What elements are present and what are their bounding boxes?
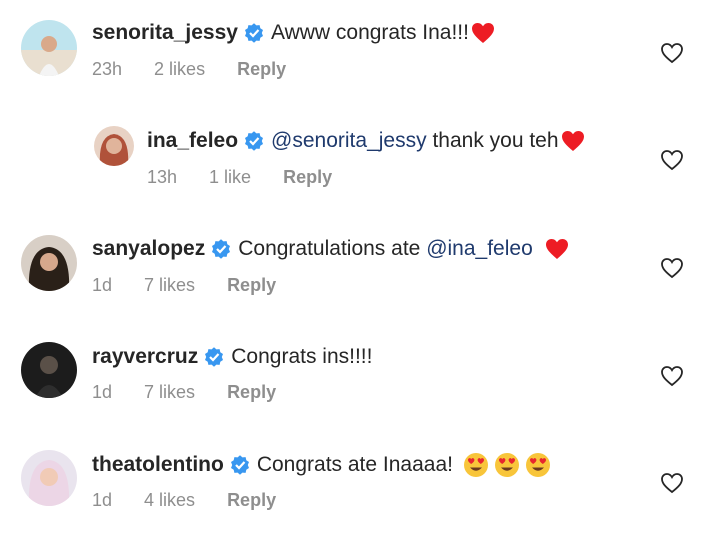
like-count[interactable]: 7 likes xyxy=(144,275,195,296)
like-count[interactable]: 7 likes xyxy=(144,382,195,403)
avatar[interactable] xyxy=(94,126,134,166)
comment-text: Congratulations ate xyxy=(238,237,427,260)
comment-text: Awww congrats Ina!!! xyxy=(270,21,469,44)
reply-button[interactable]: Reply xyxy=(283,167,332,188)
avatar[interactable] xyxy=(21,342,77,398)
comment-time: 1d xyxy=(92,490,113,510)
comment-time: 13h xyxy=(147,167,178,187)
avatar[interactable] xyxy=(21,450,77,506)
username[interactable]: ina_feleo xyxy=(147,129,238,153)
verified-badge-icon xyxy=(245,131,264,151)
verified-badge-icon xyxy=(244,23,263,43)
heart-eyes-emoji xyxy=(494,453,519,477)
comment-text: Congrats ate Inaaaa! xyxy=(256,453,453,476)
comment-time: 23h xyxy=(92,59,123,79)
verified-badge-icon xyxy=(230,455,249,475)
avatar[interactable] xyxy=(21,20,77,76)
reply-button[interactable]: Reply xyxy=(227,490,276,511)
username[interactable]: theatolentino xyxy=(92,453,224,477)
like-count[interactable]: 2 likes xyxy=(154,59,205,80)
comment-time: 1d xyxy=(92,382,113,402)
comment-text: Congrats ins!!!! xyxy=(231,345,373,368)
heart-outline-icon[interactable] xyxy=(660,42,684,64)
mention-link[interactable]: @ina_feleo xyxy=(426,237,533,261)
heart-eyes-emoji xyxy=(463,453,488,477)
reply-button[interactable]: Reply xyxy=(237,59,286,80)
like-count[interactable]: 1 like xyxy=(209,167,251,188)
comment-time: 1d xyxy=(92,275,113,295)
comment-text: thank you teh xyxy=(426,129,559,152)
heart-outline-icon[interactable] xyxy=(660,149,684,171)
reply-button[interactable]: Reply xyxy=(227,275,276,296)
verified-badge-icon xyxy=(212,239,231,259)
red-heart-emoji xyxy=(471,23,494,43)
heart-outline-icon[interactable] xyxy=(660,365,684,387)
red-heart-emoji xyxy=(561,131,584,151)
avatar[interactable] xyxy=(21,235,77,291)
username[interactable]: sanyalopez xyxy=(92,237,205,261)
username[interactable]: senorita_jessy xyxy=(92,21,238,45)
mention-link[interactable]: @senorita_jessy xyxy=(271,129,427,153)
verified-badge-icon xyxy=(205,347,224,367)
username[interactable]: rayvercruz xyxy=(92,345,198,369)
like-count[interactable]: 4 likes xyxy=(144,490,195,511)
heart-outline-icon[interactable] xyxy=(660,257,684,279)
reply-button[interactable]: Reply xyxy=(227,382,276,403)
heart-eyes-emoji xyxy=(525,453,550,477)
heart-outline-icon[interactable] xyxy=(660,472,684,494)
red-heart-emoji xyxy=(545,239,568,259)
